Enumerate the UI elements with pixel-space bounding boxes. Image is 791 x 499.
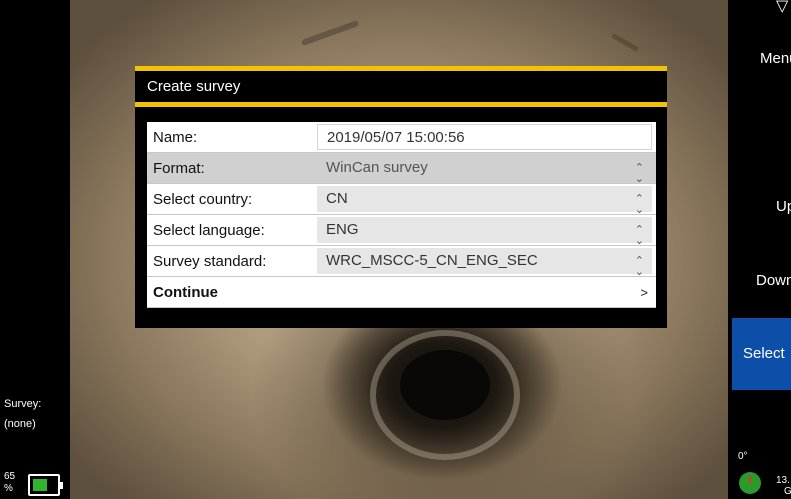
chevron-right-icon: >: [640, 284, 648, 300]
standard-label: Survey standard:: [153, 252, 267, 270]
battery-unit: %: [4, 483, 13, 494]
dropdown-arrow-icon: ▽: [776, 0, 789, 15]
pipe-texture: [300, 19, 360, 47]
country-value: CN: [326, 190, 348, 207]
country-row[interactable]: Select country: CN ⌃ ⌄: [147, 184, 656, 215]
tilt-gauge-icon: [739, 472, 761, 494]
country-select[interactable]: CN ⌃ ⌄: [317, 186, 652, 216]
pipe-opening: [400, 350, 490, 420]
name-row[interactable]: Name: 2019/05/07 15:00:56: [147, 122, 656, 153]
create-survey-dialog: Create survey Name: 2019/05/07 15:00:56 …: [135, 66, 667, 328]
country-label: Select country:: [153, 190, 253, 208]
name-label: Name:: [153, 128, 198, 146]
dialog-title: Create survey: [147, 78, 241, 95]
battery-icon: [28, 474, 63, 496]
storage-value: 13.: [776, 475, 790, 486]
left-status-panel: Survey: (none) 65 %: [0, 0, 70, 499]
right-softkey-panel: ▽ Menu Up Down Select 0° 13. G: [728, 0, 791, 499]
survey-label: Survey:: [4, 398, 42, 410]
standard-select[interactable]: WRC_MSCC-5_CN_ENG_SEC ⌃ ⌄: [317, 248, 652, 278]
battery-percent: 65: [4, 471, 16, 482]
continue-label: Continue: [153, 283, 218, 301]
up-button[interactable]: Up: [728, 198, 791, 215]
continue-button[interactable]: Continue >: [147, 277, 656, 308]
standard-row[interactable]: Survey standard: WRC_MSCC-5_CN_ENG_SEC ⌃…: [147, 246, 656, 277]
language-value: ENG: [326, 221, 359, 238]
dialog-top-bar: [135, 66, 667, 71]
standard-value: WRC_MSCC-5_CN_ENG_SEC: [326, 252, 538, 269]
menu-button[interactable]: Menu: [728, 50, 791, 67]
language-label: Select language:: [153, 221, 265, 239]
format-label: Format:: [153, 159, 205, 177]
updown-chevron-icon: ⌃ ⌄: [634, 192, 644, 216]
updown-chevron-icon: ⌃ ⌄: [634, 161, 644, 185]
battery-fill: [33, 479, 48, 491]
updown-chevron-icon: ⌃ ⌄: [634, 223, 644, 247]
format-select[interactable]: WinCan survey ⌃ ⌄: [317, 155, 652, 185]
storage-unit: G: [784, 486, 791, 497]
pipe-texture: [610, 32, 640, 53]
down-button[interactable]: Down: [728, 272, 791, 289]
select-button[interactable]: Select: [732, 318, 791, 390]
dialog-title-bar: [135, 102, 667, 107]
language-select[interactable]: ENG ⌃ ⌄: [317, 217, 652, 247]
updown-chevron-icon: ⌃ ⌄: [634, 254, 644, 278]
format-row[interactable]: Format: WinCan survey ⌃ ⌄: [147, 153, 656, 184]
battery-text: 65 %: [4, 471, 15, 495]
format-value: WinCan survey: [326, 159, 428, 176]
survey-form: Name: 2019/05/07 15:00:56 Format: WinCan…: [147, 122, 656, 308]
storage-readout: 13. G: [776, 475, 791, 497]
language-row[interactable]: Select language: ENG ⌃ ⌄: [147, 215, 656, 246]
tilt-angle: 0°: [738, 451, 748, 462]
name-field[interactable]: 2019/05/07 15:00:56: [317, 124, 652, 150]
survey-value: (none): [4, 418, 36, 430]
